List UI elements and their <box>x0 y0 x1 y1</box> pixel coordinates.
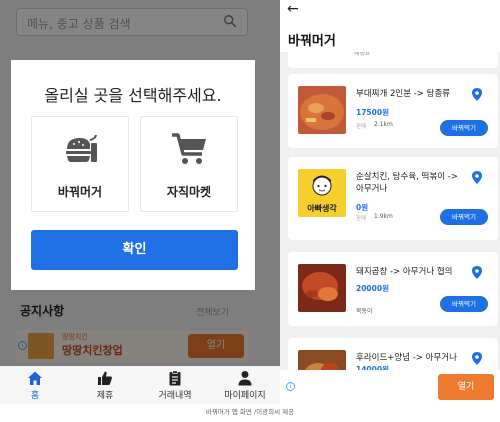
thumbs-up-icon <box>98 371 112 385</box>
right-screen: ← 바꿔머거 예성요 부대찌개 2인분 -> 탕종류 17500원 판매 2.1… <box>280 0 500 404</box>
back-arrow-icon[interactable]: ← <box>287 1 299 17</box>
select-dialog: 올리실 곳을 선택해주세요. 바꿔머거 자직마켓 확인 <box>11 60 255 290</box>
item-price: 20000원 <box>356 284 389 293</box>
item-title: 후라이드+양념 -> 아무거나 <box>356 353 457 363</box>
left-screen: 메뉴, 중고 상품 검색 공지사항 전체보기 i 땅땅치킨 땅땅치킨창업 열기 … <box>0 0 280 404</box>
ad-open-button[interactable]: 열기 <box>438 374 494 400</box>
nav-partner[interactable]: 제휴 <box>70 366 140 404</box>
confirm-button[interactable]: 확인 <box>31 230 238 270</box>
item-title: 돼지곱창 -> 아무거나 협의 <box>356 267 453 277</box>
dialog-title: 올리실 곳을 선택해주세요. <box>44 86 222 105</box>
ad-info-icon[interactable]: i <box>286 382 295 391</box>
item-distance: 1.9km <box>374 213 393 220</box>
person-icon <box>238 371 252 386</box>
item-price: 0원 <box>356 203 369 212</box>
item-title: 부대찌개 2인분 -> 탕종류 <box>356 89 451 99</box>
exchange-button[interactable]: 바꿔먹기 <box>440 296 488 312</box>
list-item[interactable]: 아빠생각 순살치킨, 탕수육, 떡볶이 -> 아무거나 0원 판매 1.9km … <box>288 157 498 240</box>
item-logo-text: 아빠생각 <box>307 204 337 213</box>
item-distance-label: 판매 <box>356 124 367 130</box>
option-bakkwomeogeo-label: 바꿔머거 <box>57 185 103 199</box>
nav-mypage[interactable]: 마이페이지 <box>210 366 280 404</box>
item-title: 순살치킨, 탕수육, 떡볶이 -> 아무거나 <box>356 172 458 194</box>
ad-banner[interactable]: i 열기 <box>280 370 500 404</box>
item-price: 17500원 <box>356 108 389 117</box>
location-pin-icon[interactable] <box>472 171 482 184</box>
shopping-cart-icon <box>172 133 206 164</box>
nav-history-label: 거래내역 <box>158 391 192 401</box>
nav-home-label: 홈 <box>30 391 40 401</box>
nav-home[interactable]: 홈 <box>0 366 70 404</box>
option-jajikmarket[interactable]: 자직마켓 <box>140 116 238 212</box>
page-title: 바꿔머거 <box>288 34 336 49</box>
item-photo <box>298 264 346 312</box>
list-item[interactable]: 돼지곱창 -> 아무거나 협의 20000원 북동이 바꿔먹기 <box>288 252 498 326</box>
exchange-button[interactable]: 바꿔먹기 <box>440 120 488 136</box>
exchange-button[interactable]: 바꿔먹기 <box>440 209 488 225</box>
bottom-nav: 홈 제휴 거래내역 마이페이지 <box>0 366 280 404</box>
item-photo <box>298 86 346 134</box>
home-icon <box>28 371 42 385</box>
burger-icon <box>66 135 97 162</box>
photo-caption: 바꿔머거 앱 화면 /이광희씨 제공 <box>205 408 295 416</box>
list-item[interactable]: 부대찌개 2인분 -> 탕종류 17500원 판매 2.1km 바꿔먹기 <box>288 74 498 148</box>
location-pin-icon[interactable] <box>472 352 482 365</box>
nav-history[interactable]: 거래내역 <box>140 366 210 404</box>
location-pin-icon[interactable] <box>472 266 482 279</box>
option-bakkwomeogeo[interactable]: 바꿔머거 <box>31 116 129 212</box>
item-photo: 아빠생각 <box>298 169 346 217</box>
item-distance: 북동이 <box>356 308 373 315</box>
option-jajikmarket-label: 자직마켓 <box>166 185 212 199</box>
nav-mypage-label: 마이페이지 <box>224 391 266 401</box>
header: ← 바꿔머거 <box>280 0 500 52</box>
nav-partner-label: 제휴 <box>96 391 114 401</box>
clipboard-icon <box>169 370 181 386</box>
location-pin-icon[interactable] <box>472 88 482 101</box>
item-distance: 2.1km <box>374 121 393 128</box>
item-distance-label: 판매 <box>356 216 367 222</box>
